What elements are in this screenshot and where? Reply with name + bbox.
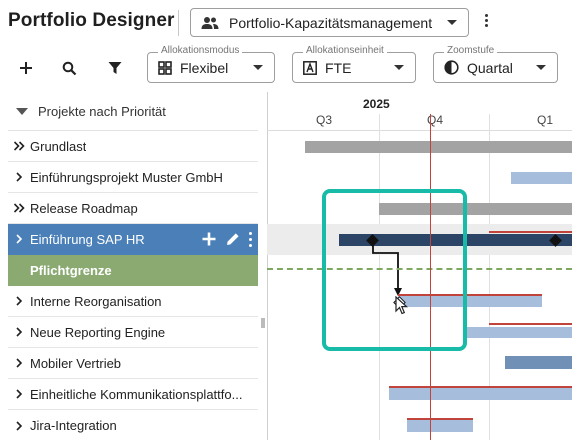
project-row-jira-integration[interactable]: Jira-Integration (8, 410, 258, 440)
chevron-right-icon[interactable] (8, 420, 30, 431)
project-name: Mobiler Vertrieb (30, 355, 122, 371)
priority-sort-label: Projekte nach Priorität (38, 103, 166, 119)
chevron-right-icon[interactable] (8, 234, 30, 244)
capacity-line (489, 231, 572, 233)
allocation-unit-select[interactable]: Allokationseinheit FTE (292, 45, 416, 83)
double-chevron-right-icon[interactable] (8, 203, 30, 213)
project-name: Interne Reorganisation (30, 293, 162, 309)
project-name: Release Roadmap (30, 200, 138, 216)
chevron-down-icon (394, 65, 404, 70)
project-row-sap-hr[interactable]: Einführung SAP HR (8, 224, 258, 255)
allocation-unit-value: FTE (325, 59, 352, 76)
gantt-bar-kommunikationsplattform[interactable] (389, 388, 572, 400)
chevron-right-icon[interactable] (8, 389, 30, 399)
gantt-timeline: 2025 Q3 Q4 Q1 (267, 92, 572, 440)
contrast-icon (444, 60, 459, 75)
header-divider (178, 10, 179, 36)
zoom-level-label: Zoomstufe (444, 45, 498, 57)
gantt-bar-mobiler-vertrieb[interactable] (505, 356, 572, 369)
row-actions (201, 224, 252, 254)
chevron-down-icon (447, 20, 457, 25)
allocation-unit-label: Allokationseinheit (303, 45, 387, 57)
project-row-grundlast[interactable]: Grundlast (8, 131, 258, 162)
edit-pencil-icon[interactable] (225, 231, 241, 247)
gantt-bar-reporting-engine[interactable] (467, 327, 572, 338)
gantt-bar-jira-integration[interactable] (407, 420, 473, 432)
allocation-mode-value: Flexibel (180, 59, 229, 76)
zoom-level-value: Quartal (467, 59, 513, 76)
chevron-right-icon[interactable] (8, 172, 30, 182)
allocation-mode-label: Allokationsmodus (158, 45, 243, 57)
project-row-kommunikationsplattform[interactable]: Einheitliche Kommunikationsplattfo... (8, 379, 258, 410)
zoom-level-select[interactable]: Zoomstufe Quartal (433, 45, 558, 83)
project-name: Jira-Integration (30, 418, 117, 433)
timeline-header-divider (267, 130, 572, 131)
project-row-einfuehrungsprojekt[interactable]: Einführungsprojekt Muster GmbH (8, 162, 258, 193)
more-options-icon[interactable] (249, 231, 252, 247)
people-icon (201, 16, 219, 30)
priority-sort-header[interactable]: Projekte nach Priorität (8, 92, 258, 130)
project-name: Neue Reporting Engine (30, 324, 166, 340)
grid-icon (158, 60, 172, 75)
quarter-label: Q3 (316, 113, 333, 127)
project-name: Grundlast (30, 138, 87, 154)
project-row-mobiler-vertrieb[interactable]: Mobiler Vertrieb (8, 348, 258, 379)
mandatory-boundary-row: Pflichtgrenze (8, 255, 258, 286)
project-row-interne-reorganisation[interactable]: Interne Reorganisation (8, 286, 258, 317)
more-options-icon[interactable] (480, 14, 492, 32)
chevron-right-icon[interactable] (8, 358, 30, 368)
project-row-reporting-engine[interactable]: Neue Reporting Engine (8, 317, 258, 348)
app-title: Portfolio Designer (8, 10, 175, 31)
chevron-right-icon[interactable] (8, 296, 30, 306)
chevron-down-icon (253, 65, 263, 70)
boundary-label: Pflichtgrenze (30, 262, 112, 278)
gantt-bar-grundlast[interactable] (305, 141, 572, 153)
filter-icon[interactable] (105, 58, 125, 78)
project-name: Einführung SAP HR (30, 231, 145, 247)
capacity-line (489, 323, 572, 325)
search-icon[interactable] (59, 58, 79, 78)
timeline-year: 2025 (363, 97, 390, 111)
project-name: Einheitliche Kommunikationsplattfo... (30, 386, 243, 402)
gantt-bar-einfuehrungsprojekt[interactable] (511, 172, 572, 184)
chevron-right-icon[interactable] (8, 327, 30, 337)
add-icon[interactable] (16, 58, 36, 78)
highlight-frame (322, 189, 467, 351)
letter-a-icon (303, 60, 317, 75)
project-name: Einführungsprojekt Muster GmbH (30, 169, 223, 185)
double-chevron-right-icon[interactable] (8, 141, 30, 151)
quarter-label: Q1 (537, 113, 554, 127)
portfolio-select[interactable]: Portfolio-Kapazitätsmanagement (190, 8, 469, 37)
allocation-mode-select[interactable]: Allokationsmodus Flexibel (147, 45, 275, 83)
project-list: Grundlast Einführungsprojekt Muster GmbH… (8, 131, 258, 440)
triangle-down-icon (16, 107, 28, 115)
project-row-release-roadmap[interactable]: Release Roadmap (8, 193, 258, 224)
portfolio-select-value: Portfolio-Kapazitätsmanagement (229, 14, 433, 31)
chevron-down-icon (536, 65, 546, 70)
add-icon[interactable] (201, 231, 217, 247)
